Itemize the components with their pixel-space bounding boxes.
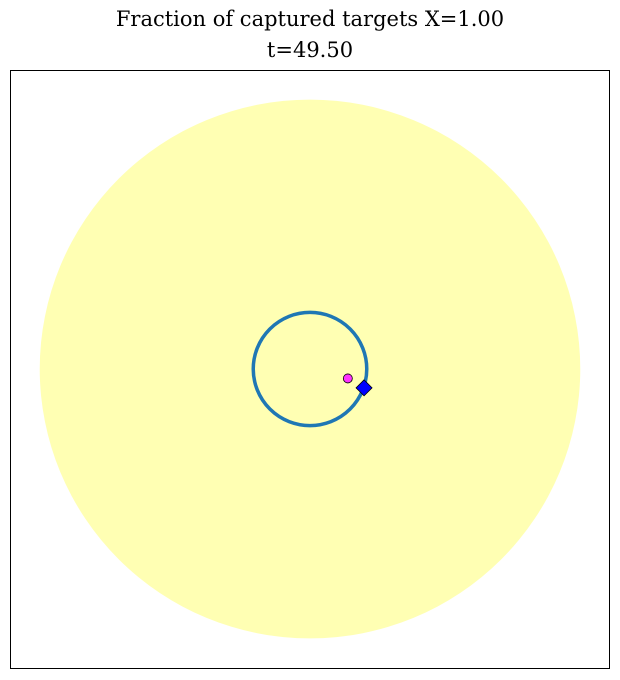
- plot-area: [39, 99, 581, 639]
- target-marker: [342, 373, 353, 384]
- capture-region: [39, 99, 581, 639]
- chart-svg: [10, 70, 610, 669]
